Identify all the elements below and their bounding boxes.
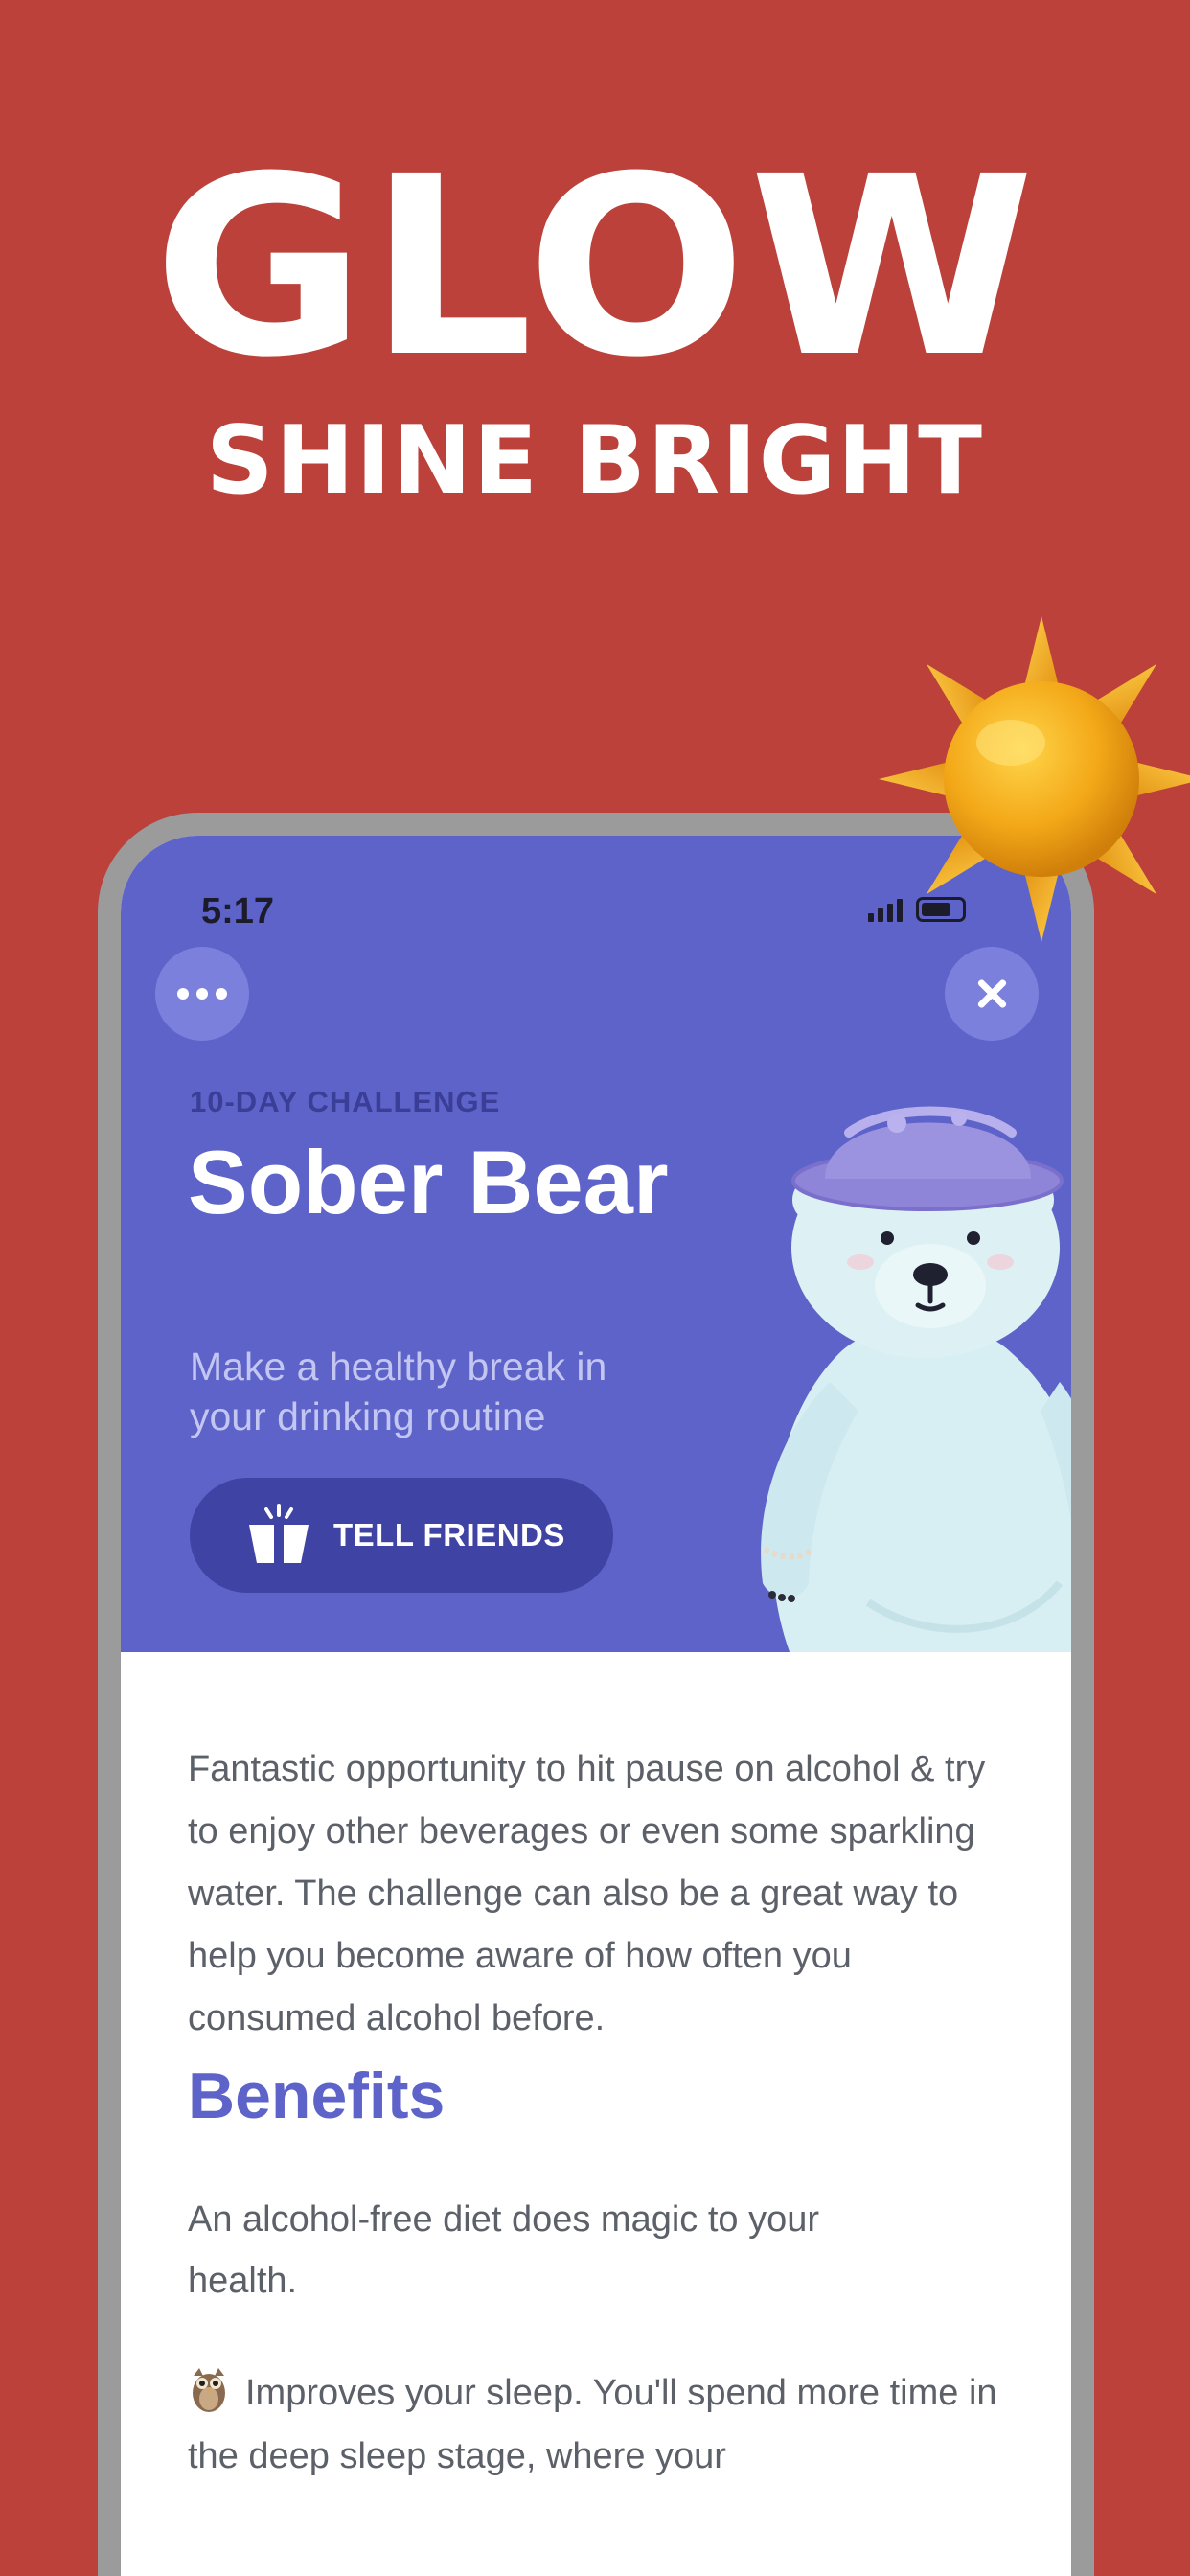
more-options-button[interactable] xyxy=(155,947,249,1041)
status-time: 5:17 xyxy=(201,891,275,932)
challenge-eyebrow: 10-DAY CHALLENGE xyxy=(190,1085,501,1118)
close-icon xyxy=(975,978,1008,1010)
owl-icon xyxy=(193,2368,225,2412)
sun-icon xyxy=(879,616,1190,942)
challenge-subtitle: Make a healthy break in your drinking ro… xyxy=(190,1345,607,1438)
benefits-intro: An alcohol-free diet does magic to your … xyxy=(188,2199,820,2301)
more-dots-icon xyxy=(177,988,227,1000)
benefits-heading: Benefits xyxy=(188,2059,446,2132)
gift-box-icon xyxy=(249,1504,309,1563)
benefit-item: Improves your sleep. You'll spend more t… xyxy=(188,2361,1021,2488)
phone-screen: 5:17 10-DAY CHALLENGE Sober Bear Make a … xyxy=(121,836,1071,2576)
benefit-item-text: Improves your sleep. You'll spend more t… xyxy=(188,2373,997,2476)
polar-bear-illustration xyxy=(761,1106,1071,1652)
phone-frame: 5:17 10-DAY CHALLENGE Sober Bear Make a … xyxy=(98,813,1094,2576)
tell-friends-label: TELL FRIENDS xyxy=(333,1517,565,1552)
promo-title: GLOW xyxy=(152,124,1038,411)
challenge-title: Sober Bear xyxy=(188,1132,669,1232)
promo-subtitle: SHINE BRIGHT xyxy=(205,406,985,516)
challenge-description: Fantastic opportunity to hit pause on al… xyxy=(188,1749,986,2038)
tell-friends-button[interactable]: TELL FRIENDS xyxy=(190,1478,613,1593)
